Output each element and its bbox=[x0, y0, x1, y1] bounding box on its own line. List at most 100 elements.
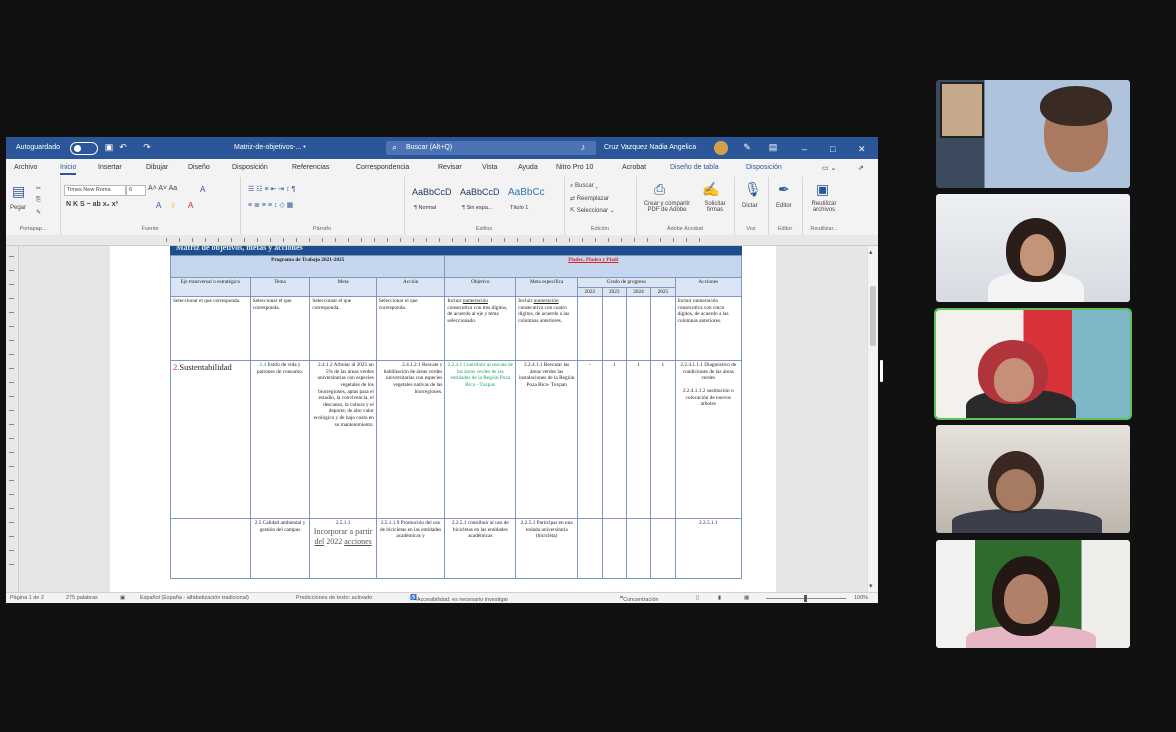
find-button[interactable]: ⌕ Buscar ⌄ bbox=[570, 183, 598, 190]
cell-objetivo-contribuir[interactable]: 2.2.4.1 Contribuir al rescate de las áre… bbox=[444, 360, 517, 520]
tab-disposicion-tabla[interactable]: Disposición bbox=[746, 164, 782, 171]
tab-ayuda[interactable]: Ayuda bbox=[518, 164, 538, 171]
cell-tema-estilo[interactable]: 2.4 Estilo de vida y patrones de consumo… bbox=[249, 360, 311, 520]
zoom-level[interactable]: 100% bbox=[854, 595, 868, 601]
paste-icon[interactable]: ▤ bbox=[12, 183, 25, 200]
accessibility-status[interactable]: ♿ Accesibilidad: es necesario investigar bbox=[410, 595, 508, 603]
cell-2023[interactable] bbox=[601, 296, 627, 362]
tab-nitro[interactable]: Nitro Pro 10 bbox=[556, 164, 593, 171]
minimize-button[interactable]: – bbox=[802, 144, 807, 154]
share-icon[interactable]: ⇗ bbox=[858, 164, 864, 172]
microphone-icon[interactable]: ♪ bbox=[578, 142, 588, 152]
pdf-share-icon[interactable]: ⎙ bbox=[654, 181, 665, 198]
undo-icon[interactable]: ↶ bbox=[118, 142, 128, 152]
paste-label[interactable]: Pegar bbox=[10, 205, 26, 211]
save-icon[interactable]: ▣ bbox=[104, 142, 114, 152]
cell-2023[interactable] bbox=[601, 518, 627, 580]
objectives-matrix-table[interactable]: Programa de Trabajo 2021-2025 Pladec, Pl… bbox=[169, 255, 743, 580]
cell-eje[interactable]: Seleccionar el que corresponda. bbox=[170, 296, 251, 362]
style-no-spacing[interactable]: AaBbCcD ¶ Sin espa... bbox=[460, 187, 500, 215]
user-avatar[interactable] bbox=[714, 141, 728, 155]
list-icons[interactable]: ☰ ☷ ≡ ⇤ ⇥ ↕ ¶ bbox=[248, 185, 295, 193]
align-icons[interactable]: ≡ ≣ ≡ ≡ ↕ ◇ ▦ bbox=[248, 201, 293, 209]
cell-eje-sustentabilidad[interactable]: 2.Sustentabilidad bbox=[170, 360, 251, 520]
horizontal-ruler[interactable] bbox=[6, 235, 878, 246]
tab-revisar[interactable]: Revisar bbox=[438, 164, 462, 171]
dictate-label[interactable]: Dictar bbox=[742, 203, 758, 209]
tab-diseno-de-tabla[interactable]: Diseño de tabla bbox=[670, 164, 719, 171]
editor-label[interactable]: Editor bbox=[776, 203, 792, 209]
reuse-label[interactable]: Reutilizar archivos bbox=[804, 201, 844, 213]
pen-icon[interactable]: ✎ bbox=[742, 142, 752, 152]
tab-archivo[interactable]: Archivo bbox=[14, 164, 37, 171]
cell-tema[interactable]: Seleccionar el que corresponda. bbox=[249, 296, 311, 362]
document-name[interactable]: Matriz-de-objetivos-... • bbox=[234, 144, 306, 151]
cell-2024[interactable]: 1 bbox=[625, 360, 652, 520]
language[interactable]: Español (España - alfabetización tradici… bbox=[140, 595, 249, 601]
zoom-slider[interactable] bbox=[766, 595, 846, 602]
cell-2025[interactable]: 1 bbox=[650, 360, 676, 520]
scroll-up-icon[interactable]: ▴ bbox=[869, 248, 873, 256]
cell-accion-bicicletas[interactable]: 2.5.1.1.9 Promoción del uso de bicicleta… bbox=[375, 518, 446, 580]
editor-icon[interactable]: ✒ bbox=[778, 181, 790, 198]
panel-handle[interactable] bbox=[880, 360, 883, 382]
cell-2023[interactable]: 1 bbox=[601, 360, 627, 520]
cut-icon[interactable]: ✂ bbox=[36, 185, 41, 192]
request-sign-icon[interactable]: ✍ bbox=[702, 181, 719, 198]
cell-meta-rodada[interactable]: 2.2.5.1 Participar en una rodada univers… bbox=[515, 518, 579, 580]
select-button[interactable]: ⇱ Seleccionar ⌄ bbox=[570, 207, 615, 214]
participant-video-tile-active[interactable] bbox=[934, 308, 1132, 420]
font-grow-icon[interactable]: A˄ A˅ Aa bbox=[148, 185, 177, 192]
tab-referencias[interactable]: Referencias bbox=[292, 164, 329, 171]
tab-insertar[interactable]: Insertar bbox=[98, 164, 122, 171]
document-page[interactable]: Matriz de objetivos, metas y acciones Pr… bbox=[110, 246, 776, 592]
cell-eje-empty[interactable] bbox=[170, 518, 251, 580]
copy-icon[interactable]: ⎘ bbox=[36, 197, 41, 204]
format-painter-icon[interactable]: ✎ bbox=[36, 209, 41, 216]
participant-video-tile[interactable] bbox=[936, 540, 1130, 648]
participant-video-tile[interactable] bbox=[936, 194, 1130, 302]
participant-video-tile[interactable] bbox=[936, 80, 1130, 188]
cell-meta-arbolar[interactable]: 2.4.1.2 Arbolar al 2025 un 5% de las áre… bbox=[309, 360, 377, 520]
cell-acciones-diagnostico[interactable]: 2.2.4.1.1.1 Diagnóstico de condiciones d… bbox=[674, 360, 743, 520]
create-pdf-label[interactable]: Crear y compartir PDF de Adobe bbox=[638, 201, 696, 213]
cell-2025[interactable] bbox=[650, 518, 676, 580]
word-count[interactable]: 275 palabras bbox=[66, 595, 98, 601]
font-style-icons[interactable]: N K S ~ ab x₂ x² bbox=[66, 201, 118, 208]
close-button[interactable]: ✕ bbox=[858, 144, 866, 155]
text-predictions[interactable]: Predicciones de texto: activado bbox=[296, 595, 372, 601]
ribbon-display-icon[interactable]: ▤ bbox=[768, 142, 778, 152]
replace-button[interactable]: ⇄ Reemplazar bbox=[570, 195, 609, 202]
read-mode-icon[interactable]: ▯ bbox=[696, 595, 699, 601]
scrollbar-thumb[interactable] bbox=[870, 286, 876, 346]
text-effects-icon[interactable]: A bbox=[156, 201, 161, 210]
search-box[interactable]: ⌕ Buscar (Alt+Q) bbox=[386, 141, 596, 155]
style-heading-1[interactable]: AaBbCc Título 1 bbox=[508, 187, 548, 215]
reuse-files-icon[interactable]: ▣ bbox=[816, 181, 829, 198]
cell-2024[interactable] bbox=[625, 518, 652, 580]
cell-tema-calidad[interactable]: 2.5 Calidad ambiental y gestión del camp… bbox=[249, 518, 311, 580]
cell-2022[interactable] bbox=[577, 518, 603, 580]
comments-icon[interactable]: ▭ ⌄ bbox=[822, 164, 836, 172]
scroll-down-icon[interactable]: ▾ bbox=[869, 582, 873, 590]
user-name[interactable]: Cruz Vazquez Nadia Angelica bbox=[604, 144, 696, 151]
clear-format-icon[interactable]: A bbox=[200, 185, 205, 194]
cell-objetivo[interactable]: Incluir numeración consecutiva con tres … bbox=[444, 296, 517, 362]
tab-diseno[interactable]: Diseño bbox=[188, 164, 210, 171]
font-color-icon[interactable]: A bbox=[188, 201, 193, 210]
cell-2025[interactable] bbox=[650, 296, 676, 362]
cell-accion[interactable]: Seleccionar el que corresponda. bbox=[375, 296, 446, 362]
proofing-icon[interactable]: ▣ bbox=[120, 595, 125, 601]
cell-meta[interactable]: Seleccionar el que corresponda. bbox=[309, 296, 377, 362]
focus-mode[interactable]: ⌗ Concentración bbox=[620, 595, 659, 603]
cell-2022[interactable]: - bbox=[577, 360, 603, 520]
tab-dibujar[interactable]: Dibujar bbox=[146, 164, 168, 171]
cell-accion-rescate[interactable]: 2.4.1.2.1 Rescate y habilitación de área… bbox=[375, 360, 446, 520]
tab-disposicion[interactable]: Disposición bbox=[232, 164, 268, 171]
web-layout-icon[interactable]: ▦ bbox=[744, 595, 749, 601]
autosave-toggle[interactable] bbox=[70, 142, 98, 155]
cell-objetivo-bicicletas[interactable]: 2.2.5.1 contribuir al uso de bicicletas … bbox=[444, 518, 517, 580]
tab-correspondencia[interactable]: Correspondencia bbox=[356, 164, 409, 171]
tab-vista[interactable]: Vista bbox=[482, 164, 497, 171]
style-normal[interactable]: AaBbCcD ¶ Normal bbox=[412, 187, 452, 215]
